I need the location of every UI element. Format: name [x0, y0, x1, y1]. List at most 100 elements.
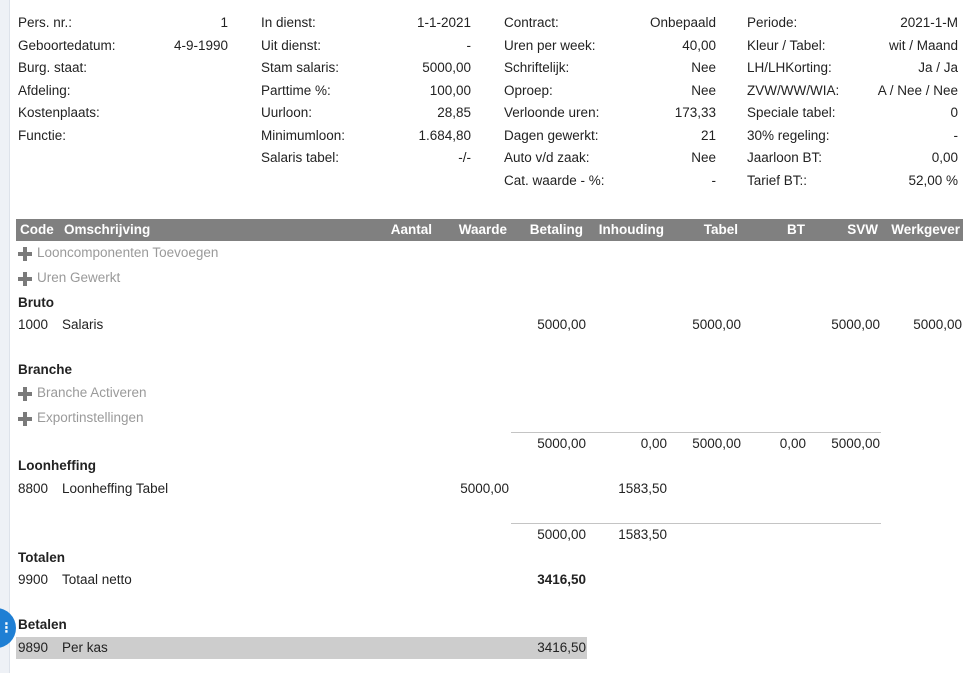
- cell-text: Loonheffing: [18, 458, 96, 473]
- info-value: -: [466, 37, 472, 53]
- floating-action-button[interactable]: ⁝: [0, 608, 16, 648]
- info-row: Kleur / Tabel: wit / Maand: [747, 35, 958, 58]
- cell-text: 5000,00: [460, 481, 509, 496]
- info-row: Speciale tabel: 0: [747, 102, 958, 125]
- info-label: Dagen gewerkt:: [504, 127, 599, 143]
- info-label: In dienst:: [261, 15, 316, 30]
- cell-text: 5000,00: [537, 527, 586, 542]
- plus-icon: [18, 387, 32, 401]
- info-label: LH/LHKorting:: [747, 60, 832, 75]
- cell-text: Looncomponenten Toevoegen: [37, 245, 219, 260]
- col-waarde: Waarde: [458, 222, 507, 237]
- branche-activeren-link[interactable]: Branche Activeren: [16, 382, 963, 404]
- cell-text: 3416,50: [537, 572, 586, 587]
- cell-text: Totaal netto: [62, 572, 132, 587]
- cell-text: 0,00: [779, 436, 806, 451]
- col-code: Code: [20, 222, 54, 237]
- info-row: Dagen gewerkt: 21: [504, 125, 716, 148]
- cell-text: 5000,00: [831, 436, 880, 451]
- info-row: Auto v/d zaak: Nee: [504, 147, 716, 170]
- plus-icon: [18, 272, 32, 286]
- info-row: Minimumloon: 1.684,80: [261, 125, 471, 148]
- info-label: Afdeling:: [18, 82, 71, 98]
- info-value: 40,00: [682, 37, 716, 53]
- cell-text: Salaris: [62, 317, 104, 332]
- info-label: Uren per week:: [504, 37, 596, 53]
- col-bt: BT: [787, 222, 805, 237]
- info-column-contract: Contract: Onbepaald Uren per week: 40,00 Sch…: [504, 12, 716, 192]
- info-label: Minimumloon:: [261, 127, 346, 143]
- exportinstellingen-link[interactable]: Exportinstellingen: [16, 407, 963, 429]
- info-value: 5000,00: [422, 60, 471, 75]
- info-value: 0,00: [931, 150, 958, 165]
- info-row: Burg. staat:: [18, 57, 228, 80]
- info-row: Stam salaris: 5000,00: [261, 57, 471, 80]
- info-value: 173,33: [674, 105, 716, 120]
- info-label: Stam salaris:: [261, 60, 340, 75]
- info-value: 0: [950, 105, 958, 120]
- col-tabel: Tabel: [703, 222, 738, 237]
- info-value: A / Nee / Nee: [877, 82, 958, 98]
- info-value: 1: [220, 15, 228, 30]
- cell-text: Uren Gewerkt: [37, 270, 121, 285]
- info-row: Geboortedatum: 4-9-1990: [18, 35, 228, 58]
- info-row: Jaarloon BT: 0,00: [747, 147, 958, 170]
- info-value: -/-: [458, 150, 471, 165]
- cell-text: 5000,00: [692, 436, 741, 451]
- left-strip: [0, 0, 10, 673]
- info-label: Tarief BT::: [747, 172, 808, 188]
- info-label: Uit dienst:: [261, 37, 322, 53]
- table-header: Code Omschrijving Aantal Waarde Betaling…: [16, 219, 963, 241]
- cell-text: Bruto: [18, 295, 54, 310]
- table-row-per-kas[interactable]: 9890 Per kas 3416,50: [16, 637, 587, 659]
- info-row: Salaris tabel: -/-: [261, 147, 471, 170]
- info-label: Geboortedatum:: [18, 37, 116, 53]
- subtotal-row-1: 5000,00 0,00 5000,00 0,00 5000,00: [16, 433, 963, 455]
- info-column-employment: In dienst: 1-1-2021 Uit dienst: - Stam salar…: [261, 12, 471, 170]
- table-row-salaris[interactable]: 1000 Salaris 5000,00 5000,00 5000,00 500…: [16, 314, 963, 336]
- col-svw: SVW: [847, 222, 878, 237]
- info-row: Uren per week: 40,00: [504, 35, 716, 58]
- info-row: Cat. waarde - %: -: [504, 170, 716, 193]
- info-label: Functie:: [18, 127, 67, 143]
- col-omschrijving: Omschrijving: [64, 222, 151, 237]
- cell-text: 8800: [18, 481, 49, 496]
- info-row: Uurloon: 28,85: [261, 102, 471, 125]
- info-value: 100,00: [429, 82, 471, 98]
- cell-text: 9900: [18, 572, 49, 587]
- section-title-bruto: Bruto: [16, 292, 963, 314]
- info-label: Contract:: [504, 15, 559, 30]
- info-value: wit / Maand: [888, 37, 958, 53]
- info-row: Parttime %: 100,00: [261, 80, 471, 103]
- cell-text: 1000: [18, 317, 49, 332]
- cell-text: Per kas: [62, 640, 108, 655]
- info-label: Kostenplaats:: [18, 105, 100, 120]
- cell-text: 3416,50: [537, 640, 586, 655]
- info-row: Contract: Onbepaald: [504, 12, 716, 35]
- info-label: Schriftelijk:: [504, 60, 570, 75]
- table-row-totaal-netto[interactable]: 9900 Totaal netto 3416,50: [16, 569, 963, 591]
- info-label: ZVW/WW/WIA:: [747, 82, 840, 98]
- info-column-period: Periode: 2021-1-M Kleur / Tabel: wit / Maan…: [747, 12, 958, 192]
- info-row: Verloonde uren: 173,33: [504, 102, 716, 125]
- info-value: 52,00 %: [908, 172, 958, 188]
- section-title-totalen: Totalen: [16, 547, 963, 569]
- info-row: Tarief BT:: 52,00 %: [747, 170, 958, 193]
- info-value: Nee: [691, 60, 716, 75]
- cell-text: 5000,00: [537, 436, 586, 451]
- add-uren-gewerkt-link[interactable]: Uren Gewerkt: [16, 267, 963, 289]
- cell-text: 5000,00: [692, 317, 741, 332]
- cell-text: Betalen: [18, 617, 67, 632]
- info-row: In dienst: 1-1-2021: [261, 12, 471, 35]
- info-value: Nee: [691, 150, 716, 165]
- add-looncomponenten-link[interactable]: Looncomponenten Toevoegen: [16, 242, 963, 264]
- info-value: Nee: [691, 82, 716, 98]
- info-label: Verloonde uren:: [504, 105, 600, 120]
- plus-icon: [18, 247, 32, 261]
- cell-text: 5000,00: [831, 317, 880, 332]
- info-value: -: [953, 127, 959, 143]
- info-label: Uurloon:: [261, 105, 313, 120]
- table-row-loonheffing[interactable]: 8800 Loonheffing Tabel 5000,00 1583,50: [16, 478, 963, 500]
- cell-text: Branche: [18, 362, 73, 377]
- cell-text: 5000,00: [913, 317, 962, 332]
